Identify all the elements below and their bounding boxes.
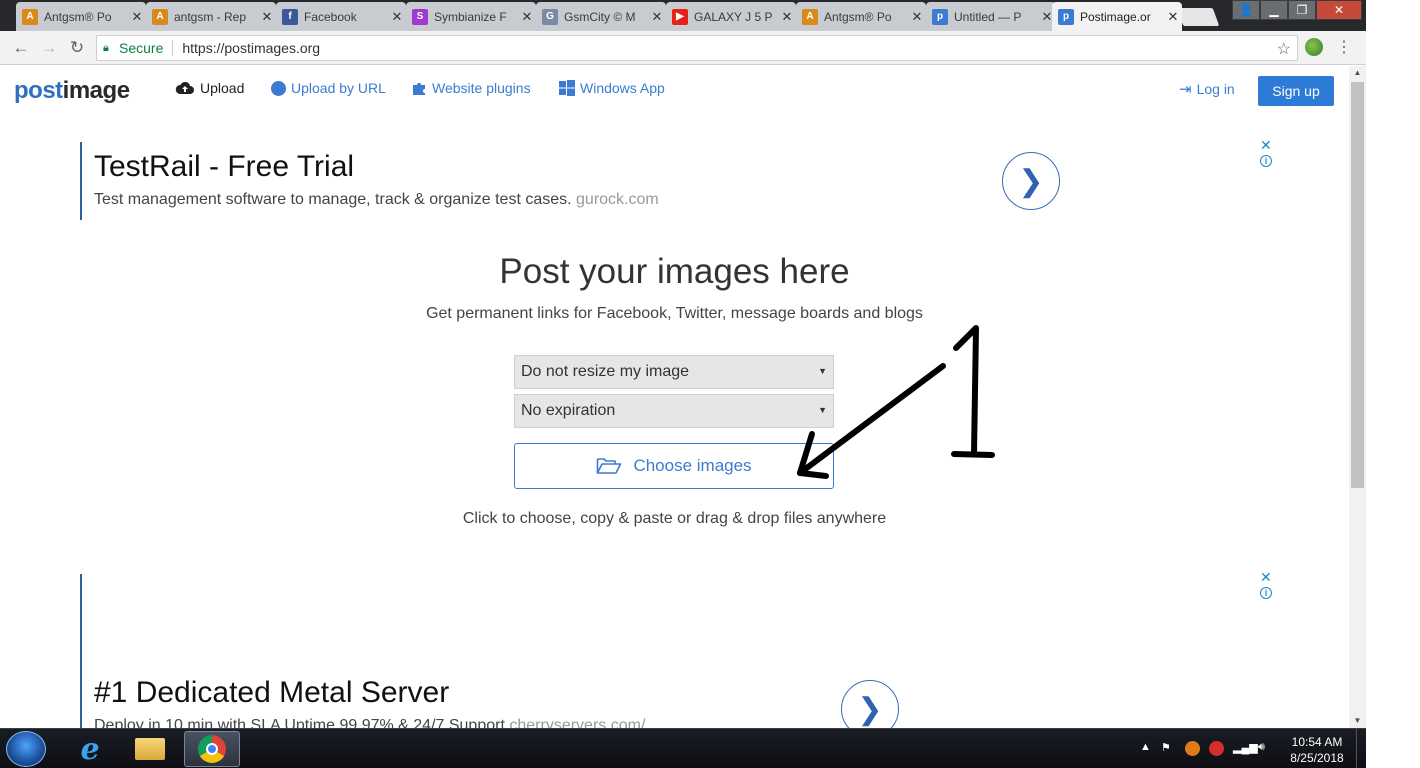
tray-app-icon[interactable] <box>1185 741 1200 756</box>
show-hidden-icons[interactable]: ▲ <box>1140 741 1151 753</box>
postimage-icon: p <box>932 8 948 25</box>
postimage-logo[interactable]: postimage <box>14 77 130 105</box>
ad-arrow-button[interactable]: ❯ <box>1002 152 1060 210</box>
ad-banner[interactable]: TestRail - Free Trial Test management so… <box>80 142 1080 220</box>
close-tab-icon[interactable]: ✕ <box>128 9 146 25</box>
close-tab-icon[interactable]: ✕ <box>388 9 406 25</box>
globe-icon <box>271 80 286 96</box>
browser-tab[interactable]: p Untitled — P ✕ <box>926 2 1056 31</box>
back-button[interactable]: ← <box>9 36 33 60</box>
close-tab-icon[interactable]: ✕ <box>648 9 666 25</box>
antgsm-icon: A <box>22 8 38 25</box>
ad-title[interactable]: TestRail - Free Trial <box>94 150 354 184</box>
minimize-button[interactable]: ▁ <box>1260 0 1288 20</box>
close-tab-icon[interactable]: ✕ <box>1164 9 1182 25</box>
windows-taskbar: e ▲ ⚑ ▂▄▆ 🔊︎ 10:54 AM 8/25/2018 <box>0 728 1366 768</box>
taskbar-clock[interactable]: 10:54 AM 8/25/2018 <box>1278 734 1356 766</box>
ad-description: Test management software to manage, trac… <box>94 191 659 208</box>
url-text[interactable]: https://postimages.org <box>182 40 320 56</box>
browser-tab[interactable]: A Antgsm® Po ✕ <box>796 2 926 31</box>
reload-button[interactable]: ↻ <box>65 36 89 60</box>
folder-open-icon <box>597 458 622 474</box>
signup-button[interactable]: Sign up <box>1258 76 1334 106</box>
youtube-icon: ▶ <box>672 8 688 25</box>
symbianize-icon: S <box>412 8 428 25</box>
address-bar[interactable]: 🔒︎ Secure https://postimages.org ☆ <box>96 35 1298 61</box>
close-tab-icon[interactable]: ✕ <box>778 9 796 25</box>
windows-icon <box>559 80 575 96</box>
nav-website-plugins[interactable]: Website plugins <box>411 80 531 96</box>
close-tab-icon[interactable]: ✕ <box>908 9 926 25</box>
upload-hint: Click to choose, copy & paste or drag & … <box>462 510 887 527</box>
action-center-flag-icon[interactable]: ⚑ <box>1161 741 1171 754</box>
internet-explorer-icon[interactable]: e <box>62 731 118 767</box>
show-desktop-button[interactable] <box>1356 729 1366 768</box>
ad-info-icon[interactable]: i <box>1260 587 1272 599</box>
browser-tab[interactable]: A antgsm - Rep ✕ <box>146 2 276 31</box>
antgsm-icon: A <box>152 8 168 25</box>
ad-close-icon[interactable]: ✕ <box>1260 570 1272 584</box>
ad-close-icon[interactable]: ✕ <box>1260 138 1272 152</box>
scrollbar-thumb[interactable] <box>1351 82 1364 488</box>
ad-title[interactable]: #1 Dedicated Metal Server <box>94 676 449 710</box>
browser-tab[interactable]: f Facebook ✕ <box>276 2 406 31</box>
chrome-taskbar-icon[interactable] <box>184 731 240 767</box>
user-profile-icon[interactable]: 👤 <box>1232 0 1260 20</box>
page-content: postimage Upload Upload by URL Website p… <box>0 66 1349 728</box>
browser-tab[interactable]: A Antgsm® Po ✕ <box>16 2 146 31</box>
volume-icon[interactable]: 🔊︎ <box>1258 741 1265 754</box>
bookmark-star-icon[interactable]: ☆ <box>1277 39 1291 59</box>
start-button[interactable] <box>6 731 46 767</box>
browser-tab[interactable]: ▶ GALAXY J 5 P ✕ <box>666 2 796 31</box>
nav-login[interactable]: ⇥ Log in <box>1179 80 1235 98</box>
ad-description: Deploy in 10 min with SLA Uptime 99.97% … <box>94 717 646 728</box>
screen-margin <box>1366 0 1420 768</box>
divider <box>172 40 174 56</box>
close-tab-icon[interactable]: ✕ <box>518 9 536 25</box>
browser-tab[interactable]: G GsmCity © M ✕ <box>536 2 666 31</box>
facebook-icon: f <box>282 8 298 25</box>
antivirus-icon[interactable] <box>1209 741 1224 756</box>
new-tab-button[interactable] <box>1176 8 1220 26</box>
gsmcity-icon: G <box>542 8 558 25</box>
browser-menu-icon[interactable]: ⋮ <box>1336 37 1352 57</box>
browser-toolbar: ← → ↻ 🔒︎ Secure https://postimages.org ☆… <box>0 31 1366 65</box>
restore-button[interactable]: ❐ <box>1288 0 1316 20</box>
extension-icon[interactable] <box>1305 38 1323 56</box>
lock-icon: 🔒︎ <box>103 42 109 54</box>
secure-label: Secure <box>119 40 164 56</box>
annotation-arrow <box>797 325 995 479</box>
nav-windows-app[interactable]: Windows App <box>559 80 665 96</box>
screen: A Antgsm® Po ✕ A antgsm - Rep ✕ f Facebo… <box>0 0 1420 768</box>
antgsm-icon: A <box>802 8 818 25</box>
page-scrollbar[interactable]: ▲ ▼ <box>1349 66 1366 728</box>
ad-info-icon[interactable]: i <box>1260 155 1272 167</box>
network-icon[interactable]: ▂▄▆ <box>1233 741 1258 754</box>
browser-tab-strip: A Antgsm® Po ✕ A antgsm - Rep ✕ f Facebo… <box>0 0 1366 31</box>
page-subtitle: Get permanent links for Facebook, Twitte… <box>426 305 923 322</box>
browser-tab-active[interactable]: p Postimage.or ✕ <box>1052 2 1182 31</box>
close-tab-icon[interactable]: ✕ <box>258 9 276 25</box>
cloud-upload-icon <box>175 81 194 94</box>
close-window-button[interactable]: ✕ <box>1316 0 1362 20</box>
nav-upload[interactable]: Upload <box>175 80 244 96</box>
window-controls: 👤 ▁ ❐ ✕ <box>1232 0 1362 20</box>
scroll-down-icon[interactable]: ▼ <box>1349 714 1366 728</box>
scroll-up-icon[interactable]: ▲ <box>1349 66 1366 80</box>
forward-button[interactable]: → <box>37 36 61 60</box>
ad-banner[interactable]: #1 Dedicated Metal Server Deploy in 10 m… <box>80 574 1080 728</box>
sign-in-icon: ⇥ <box>1179 81 1192 98</box>
postimage-icon: p <box>1058 8 1074 25</box>
file-explorer-icon[interactable] <box>122 731 178 767</box>
nav-upload-by-url[interactable]: Upload by URL <box>271 80 386 96</box>
browser-tab[interactable]: S Symbianize F ✕ <box>406 2 536 31</box>
page-title: Post your images here <box>499 252 850 291</box>
puzzle-icon <box>413 83 425 95</box>
